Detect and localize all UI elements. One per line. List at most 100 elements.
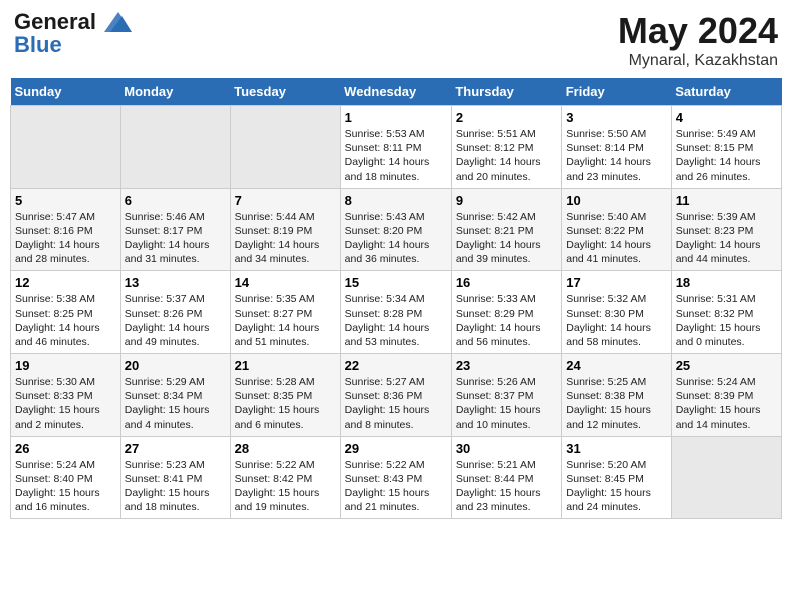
weekday-header: Monday (120, 78, 230, 106)
logo: General Blue (14, 10, 132, 56)
calendar-cell: 13Sunrise: 5:37 AM Sunset: 8:26 PM Dayli… (120, 271, 230, 354)
day-number: 12 (15, 275, 116, 290)
day-info: Sunrise: 5:26 AM Sunset: 8:37 PM Dayligh… (456, 375, 557, 432)
calendar-cell: 6 Sunrise: 5:46 AM Sunset: 8:17 PM Daylig… (120, 188, 230, 271)
calendar-cell: 3 Sunrise: 5:50 AM Sunset: 8:14 PM Daylig… (562, 106, 671, 189)
calendar-cell: 8 Sunrise: 5:43 AM Sunset: 8:20 PM Daylig… (340, 188, 451, 271)
calendar-cell: 9Sunrise: 5:42 AM Sunset: 8:21 PM Daylig… (451, 188, 561, 271)
day-info: Sunrise: 5:43 AM Sunset: 8:20 PM Dayligh… (345, 210, 447, 267)
day-info: Sunrise: 5:34 AM Sunset: 8:28 PM Dayligh… (345, 292, 447, 349)
day-info: Sunrise: 5:27 AM Sunset: 8:36 PM Dayligh… (345, 375, 447, 432)
calendar-cell: 7 Sunrise: 5:44 AM Sunset: 8:19 PM Daylig… (230, 188, 340, 271)
logo-icon (104, 12, 132, 34)
day-info: Sunrise: 5:40 AM Sunset: 8:22 PM Dayligh… (566, 210, 666, 267)
calendar-cell: 23 Sunrise: 5:26 AM Sunset: 8:37 PM Dayli… (451, 354, 561, 437)
location: Mynaral, Kazakhstan (618, 52, 778, 70)
day-number: 30 (456, 441, 557, 456)
day-number: 14 (235, 275, 336, 290)
day-number: 21 (235, 358, 336, 373)
day-info: Sunrise: 5:22 AM Sunset: 8:43 PM Dayligh… (345, 458, 447, 515)
month-title: May 2024 (618, 10, 778, 52)
calendar-cell: 26 Sunrise: 5:24 AM Sunset: 8:40 PM Dayli… (11, 436, 121, 519)
day-number: 8 (345, 193, 447, 208)
weekday-header: Friday (562, 78, 671, 106)
calendar-cell: 25Sunrise: 5:24 AM Sunset: 8:39 PM Dayli… (671, 354, 781, 437)
day-info: Sunrise: 5:24 AM Sunset: 8:40 PM Dayligh… (15, 458, 116, 515)
calendar-cell (11, 106, 121, 189)
day-number: 19 (15, 358, 116, 373)
logo-text: General (14, 10, 132, 34)
calendar-cell: 20 Sunrise: 5:29 AM Sunset: 8:34 PM Dayli… (120, 354, 230, 437)
calendar-cell: 16 Sunrise: 5:33 AM Sunset: 8:29 PM Dayli… (451, 271, 561, 354)
calendar-cell (120, 106, 230, 189)
calendar-cell: 29 Sunrise: 5:22 AM Sunset: 8:43 PM Dayli… (340, 436, 451, 519)
day-info: Sunrise: 5:53 AM Sunset: 8:11 PM Dayligh… (345, 127, 447, 184)
day-info: Sunrise: 5:32 AM Sunset: 8:30 PM Dayligh… (566, 292, 666, 349)
calendar-cell: 5Sunrise: 5:47 AM Sunset: 8:16 PM Daylig… (11, 188, 121, 271)
day-number: 16 (456, 275, 557, 290)
day-number: 28 (235, 441, 336, 456)
title-area: May 2024 Mynaral, Kazakhstan (618, 10, 778, 70)
calendar-cell: 1 Sunrise: 5:53 AM Sunset: 8:11 PM Daylig… (340, 106, 451, 189)
day-number: 7 (235, 193, 336, 208)
day-info: Sunrise: 5:46 AM Sunset: 8:17 PM Dayligh… (125, 210, 226, 267)
day-info: Sunrise: 5:42 AM Sunset: 8:21 PM Dayligh… (456, 210, 557, 267)
day-info: Sunrise: 5:20 AM Sunset: 8:45 PM Dayligh… (566, 458, 666, 515)
weekday-header: Thursday (451, 78, 561, 106)
day-number: 22 (345, 358, 447, 373)
calendar-cell: 4 Sunrise: 5:49 AM Sunset: 8:15 PM Daylig… (671, 106, 781, 189)
day-info: Sunrise: 5:50 AM Sunset: 8:14 PM Dayligh… (566, 127, 666, 184)
day-info: Sunrise: 5:28 AM Sunset: 8:35 PM Dayligh… (235, 375, 336, 432)
day-number: 24 (566, 358, 666, 373)
calendar-cell: 27Sunrise: 5:23 AM Sunset: 8:41 PM Dayli… (120, 436, 230, 519)
day-number: 25 (676, 358, 777, 373)
calendar-cell: 2Sunrise: 5:51 AM Sunset: 8:12 PM Daylig… (451, 106, 561, 189)
day-number: 11 (676, 193, 777, 208)
calendar-week-row: 19 Sunrise: 5:30 AM Sunset: 8:33 PM Dayli… (11, 354, 782, 437)
day-number: 6 (125, 193, 226, 208)
day-info: Sunrise: 5:25 AM Sunset: 8:38 PM Dayligh… (566, 375, 666, 432)
day-number: 2 (456, 110, 557, 125)
calendar-cell: 19 Sunrise: 5:30 AM Sunset: 8:33 PM Dayli… (11, 354, 121, 437)
calendar-week-row: 5Sunrise: 5:47 AM Sunset: 8:16 PM Daylig… (11, 188, 782, 271)
calendar-cell: 15Sunrise: 5:34 AM Sunset: 8:28 PM Dayli… (340, 271, 451, 354)
day-number: 17 (566, 275, 666, 290)
calendar-cell: 17 Sunrise: 5:32 AM Sunset: 8:30 PM Dayli… (562, 271, 671, 354)
day-info: Sunrise: 5:35 AM Sunset: 8:27 PM Dayligh… (235, 292, 336, 349)
day-info: Sunrise: 5:30 AM Sunset: 8:33 PM Dayligh… (15, 375, 116, 432)
calendar-cell (671, 436, 781, 519)
calendar-cell: 31 Sunrise: 5:20 AM Sunset: 8:45 PM Dayli… (562, 436, 671, 519)
calendar-week-row: 1 Sunrise: 5:53 AM Sunset: 8:11 PM Daylig… (11, 106, 782, 189)
day-number: 3 (566, 110, 666, 125)
calendar-cell: 14 Sunrise: 5:35 AM Sunset: 8:27 PM Dayli… (230, 271, 340, 354)
day-info: Sunrise: 5:49 AM Sunset: 8:15 PM Dayligh… (676, 127, 777, 184)
calendar-cell: 30 Sunrise: 5:21 AM Sunset: 8:44 PM Dayli… (451, 436, 561, 519)
day-number: 23 (456, 358, 557, 373)
day-number: 31 (566, 441, 666, 456)
calendar-cell (230, 106, 340, 189)
calendar-table: SundayMondayTuesdayWednesdayThursdayFrid… (10, 78, 782, 519)
page-header: General Blue May 2024 Mynaral, Kazakhsta… (10, 10, 782, 70)
weekday-header: Saturday (671, 78, 781, 106)
calendar-cell: 28Sunrise: 5:22 AM Sunset: 8:42 PM Dayli… (230, 436, 340, 519)
calendar-cell: 24 Sunrise: 5:25 AM Sunset: 8:38 PM Dayli… (562, 354, 671, 437)
day-info: Sunrise: 5:29 AM Sunset: 8:34 PM Dayligh… (125, 375, 226, 432)
calendar-cell: 10Sunrise: 5:40 AM Sunset: 8:22 PM Dayli… (562, 188, 671, 271)
calendar-cell: 11Sunrise: 5:39 AM Sunset: 8:23 PM Dayli… (671, 188, 781, 271)
weekday-header: Sunday (11, 78, 121, 106)
weekday-header-row: SundayMondayTuesdayWednesdayThursdayFrid… (11, 78, 782, 106)
day-number: 29 (345, 441, 447, 456)
day-number: 1 (345, 110, 447, 125)
calendar-cell: 12Sunrise: 5:38 AM Sunset: 8:25 PM Dayli… (11, 271, 121, 354)
day-number: 20 (125, 358, 226, 373)
day-info: Sunrise: 5:47 AM Sunset: 8:16 PM Dayligh… (15, 210, 116, 267)
calendar-cell: 21 Sunrise: 5:28 AM Sunset: 8:35 PM Dayli… (230, 354, 340, 437)
day-info: Sunrise: 5:31 AM Sunset: 8:32 PM Dayligh… (676, 292, 777, 349)
day-info: Sunrise: 5:33 AM Sunset: 8:29 PM Dayligh… (456, 292, 557, 349)
logo-blue: Blue (14, 34, 132, 56)
day-info: Sunrise: 5:21 AM Sunset: 8:44 PM Dayligh… (456, 458, 557, 515)
day-number: 26 (15, 441, 116, 456)
calendar-cell: 22 Sunrise: 5:27 AM Sunset: 8:36 PM Dayli… (340, 354, 451, 437)
day-info: Sunrise: 5:44 AM Sunset: 8:19 PM Dayligh… (235, 210, 336, 267)
day-number: 4 (676, 110, 777, 125)
